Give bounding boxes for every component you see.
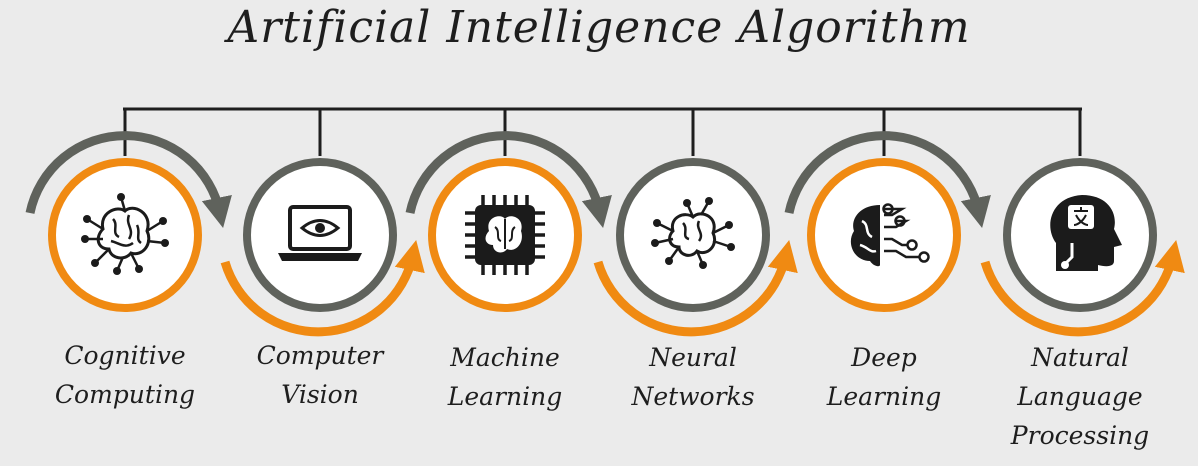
algorithm-node [243, 158, 397, 312]
node-label-line: Natural [1031, 343, 1129, 372]
node-label-line: Vision [281, 380, 359, 409]
node-label: Computer Vision [220, 336, 420, 414]
node-ring [48, 158, 202, 312]
node-label-line: Deep [851, 343, 917, 372]
algorithm-node [48, 158, 202, 312]
node-label-line: Cognitive [64, 341, 186, 370]
node-label-line: Computer [256, 341, 384, 370]
algorithm-nodes [48, 158, 1157, 312]
brain-chip-icon [465, 195, 545, 275]
node-label-line: Learning [447, 382, 563, 411]
node-label-line: Machine [450, 343, 560, 372]
node-label: Neural Networks [593, 338, 793, 416]
node-label: Machine Learning [405, 338, 605, 416]
node-label: Natural Language Processing [980, 338, 1180, 455]
node-ring [807, 158, 961, 312]
node-label-line: Learning [826, 382, 942, 411]
node-label-line: Processing [1010, 421, 1150, 450]
algorithm-node [428, 158, 582, 312]
node-label: Cognitive Computing [25, 336, 225, 414]
node-label: Deep Learning [784, 338, 984, 416]
node-label-line: Neural [649, 343, 737, 372]
node-label-line: Networks [631, 382, 755, 411]
node-label-line: Computing [54, 380, 196, 409]
node-label-line: Language [1017, 382, 1143, 411]
algorithm-node [807, 158, 961, 312]
algorithm-node [1003, 158, 1157, 312]
algorithm-node [616, 158, 770, 312]
node-ring [616, 158, 770, 312]
